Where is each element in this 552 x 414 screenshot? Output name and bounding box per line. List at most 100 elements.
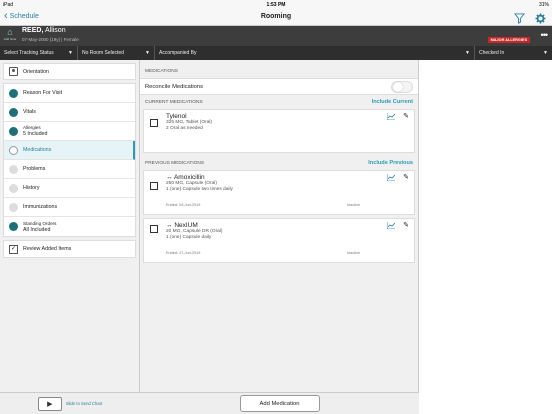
sidebar-item-label: Vitals: [23, 109, 36, 115]
patient-info: 07-May-2000 (19y) | Female: [22, 37, 79, 42]
medication-checkbox[interactable]: [150, 225, 158, 233]
detail-panel: [419, 60, 552, 414]
sidebar-item-reason[interactable]: Reason For Visit: [4, 84, 135, 103]
sidebar-item-medications[interactable]: Medications: [4, 141, 135, 160]
medication-ended: Ended: 04-Jun-2019: [166, 203, 201, 207]
medications-panel: MEDICATIONS Reconcile Medications CURREN…: [140, 60, 419, 414]
current-title: CURRENT MEDICATIONS: [145, 99, 203, 105]
carrier-label: iPad: [3, 1, 14, 8]
medication-sig: 1 (one) Capsule daily: [166, 234, 212, 240]
slide-to-send[interactable]: ▶ Slide to Send Chart: [37, 396, 102, 411]
chart-icon[interactable]: [386, 113, 396, 122]
sidebar-item-sub: 5 Included: [23, 131, 48, 137]
clock: 1:53 PM: [266, 1, 286, 8]
home-button[interactable]: ⌂ Add Note: [3, 28, 17, 42]
status-dot-icon: [9, 183, 18, 193]
medication-sig: 2 Oral as needed: [166, 125, 203, 131]
reconcile-row: Reconcile Medications: [140, 78, 418, 95]
medication-card[interactable]: Tylenol 325 MG, Tablet (Oral) 2 Oral as …: [143, 109, 415, 153]
sidebar-item-label: Orientation: [23, 68, 49, 75]
add-medication-button[interactable]: Add Medication: [239, 395, 320, 412]
caret-down-icon: ▼: [543, 50, 548, 56]
edit-icon[interactable]: ✎: [403, 173, 409, 181]
status-dot-icon: [9, 222, 18, 231]
caret-down-icon: ▼: [68, 50, 73, 56]
status-dot-icon: [9, 126, 18, 136]
sidebar-item-problems[interactable]: Problems: [4, 160, 135, 179]
status-dot-icon: [9, 202, 18, 212]
accompanied-select[interactable]: Accompanied By ▼: [155, 46, 475, 60]
edit-icon[interactable]: ✎: [403, 221, 409, 229]
sidebar-item-label: History: [23, 185, 40, 191]
sidebar-item-allergies[interactable]: Allergies 5 Included: [4, 122, 135, 141]
status-dot-icon: [9, 145, 18, 155]
include-previous-button[interactable]: Include Previous: [368, 160, 413, 166]
filter-bar: Select Tracking Status ▼ No Room Selected…: [0, 46, 552, 60]
sidebar-item-orientation[interactable]: Orientation: [4, 64, 135, 79]
medication-status: Inactive: [347, 251, 361, 255]
sidebar: Orientation Reason For Visit Vitals Alle…: [0, 60, 140, 414]
previous-title: PREVIOUS MEDICATIONS: [145, 160, 205, 166]
medication-dose: 325 MG, Tablet (Oral): [166, 120, 213, 125]
medication-status: Inactive: [347, 203, 361, 207]
link-icon: ↔: [166, 222, 173, 229]
battery-label: 31%: [538, 1, 549, 8]
play-icon[interactable]: ▶: [37, 396, 62, 411]
checked-in-value: Checked In: [479, 50, 505, 56]
more-icon[interactable]: •••: [541, 30, 549, 40]
send-chart-bar: ▶ Slide to Send Chart: [0, 392, 140, 414]
reconcile-label: Reconcile Medications: [145, 83, 203, 90]
sidebar-item-label: Immunizations: [23, 204, 58, 210]
checked-in-select[interactable]: Checked In ▼: [475, 46, 552, 60]
medication-sig: 1 (one) Capsule two times daily: [166, 186, 233, 192]
include-current-button[interactable]: Include Current: [372, 99, 413, 105]
sidebar-item-label: Standing Orders: [23, 220, 57, 226]
sidebar-item-label: Problems: [23, 166, 46, 172]
medication-card[interactable]: ↔ NexIUM 20 MG, Capsule DR (Oral) 1 (one…: [143, 218, 415, 263]
edit-icon[interactable]: ✎: [403, 112, 409, 120]
sidebar-item-vitals[interactable]: Vitals: [4, 103, 135, 122]
sidebar-item-history[interactable]: History: [4, 179, 135, 198]
patient-banner: ⌂ Add Note REED, Allison 07-May-2000 (19…: [0, 26, 552, 46]
reconcile-toggle[interactable]: [391, 80, 413, 93]
sidebar-item-immunizations[interactable]: Immunizations: [4, 198, 135, 217]
patient-name: REED, Allison: [22, 27, 66, 34]
sidebar-item-label: Reason For Visit: [23, 90, 63, 96]
medication-ended: Ended: 27-Jun-2019: [166, 251, 201, 255]
user-icon: [9, 67, 18, 76]
allergy-badge[interactable]: MAJOR ALLERGIES: [487, 37, 530, 43]
sidebar-item-label: Allergies: [23, 125, 41, 130]
patient-last-name: REED,: [22, 27, 44, 34]
chart-icon[interactable]: [386, 174, 396, 183]
bottom-toolbar: Add Medication: [140, 392, 419, 414]
tracking-status-select[interactable]: Select Tracking Status ▼: [0, 46, 78, 60]
caret-down-icon: ▼: [465, 50, 470, 56]
medication-name-text: Amoxicillin: [173, 174, 205, 181]
checkbox-checked-icon: ✓: [9, 244, 18, 254]
sidebar-item-label: Review Added Items: [23, 246, 72, 252]
nav-bar: ‹ Schedule Rooming: [0, 9, 552, 26]
tracking-status-value: Select Tracking Status: [4, 50, 54, 56]
home-label: Add Note: [3, 37, 17, 41]
chart-icon[interactable]: [386, 222, 396, 231]
status-dot-icon: [9, 88, 18, 98]
medication-name: ↔ NexIUM: [166, 222, 223, 229]
sidebar-item-standing-orders[interactable]: Standing Orders All Included: [4, 217, 135, 236]
section-header: MEDICATIONS: [140, 64, 418, 78]
page-title: Rooming: [260, 13, 292, 20]
sidebar-item-review[interactable]: ✓ Review Added Items: [4, 241, 135, 257]
previous-header: PREVIOUS MEDICATIONS Include Previous: [140, 156, 418, 170]
sidebar-item-label: Medications: [23, 147, 52, 153]
status-dot-icon: [9, 107, 18, 117]
medication-card[interactable]: ↔ Amoxicillin 250 MG, Capsule (Oral) 1 (…: [143, 170, 415, 215]
status-dot-icon: [9, 164, 18, 174]
medication-name: ↔ Amoxicillin: [166, 174, 233, 181]
status-bar: iPad 1:53 PM 31%: [0, 0, 552, 9]
medication-name: Tylenol: [166, 113, 187, 120]
link-icon: ↔: [166, 174, 173, 181]
room-select[interactable]: No Room Selected ▼: [78, 46, 155, 60]
patient-first-name: Allison: [44, 27, 66, 34]
medication-checkbox[interactable]: [150, 182, 158, 190]
medication-checkbox[interactable]: [150, 119, 158, 127]
section-title: MEDICATIONS: [145, 68, 178, 74]
